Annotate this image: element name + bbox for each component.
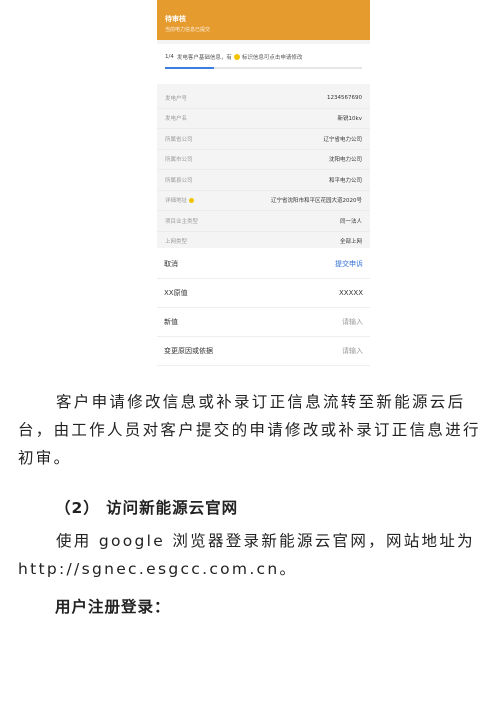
field-label: 所属省公司 [165, 135, 193, 143]
field-label-text: 上网类型 [165, 239, 188, 246]
step-text-2: 标识信息可点击申请修改 [241, 55, 303, 61]
cancel-button[interactable]: 取消 [164, 259, 178, 269]
new-value-row: 新值 请输入 [157, 308, 370, 337]
field-label: 上网类型 [165, 237, 187, 245]
field-row: 项目业主类型 同一法人 [157, 211, 370, 232]
reason-input[interactable]: 请输入 [342, 346, 363, 356]
field-label-text: 发电户号 [165, 95, 188, 102]
field-value: 辽宁省沈阳市和平区花园大道2020号 [271, 198, 362, 205]
mark-dot-icon [233, 54, 240, 60]
appeal-form: 取消 提交申诉 XX原值 XXXXX 新值 请输入 变更原因或依据 请输入 [157, 250, 370, 366]
subsection-heading: 用户注册登录： [55, 598, 171, 616]
field-value: 辽宁省电力公司 [323, 136, 362, 143]
field-value: 同一法人 [339, 218, 362, 225]
original-value: XXXXX [339, 289, 363, 297]
field-value: 和平电力公司 [328, 177, 362, 184]
field-row: 发电户号 1234567690 [157, 88, 370, 109]
new-value-input[interactable]: 请输入 [342, 317, 363, 327]
status-title: 待审核 [165, 15, 186, 23]
editable-mark-icon[interactable] [189, 197, 195, 203]
field-list: 发电户号 1234567690 发电户名 新锐10kv 所属省公司 辽宁省电力公司所属市公… [157, 88, 370, 248]
field-label-text: 发电户名 [165, 116, 188, 123]
field-value: 新锐10kv [337, 116, 362, 123]
field-row: 发电户名 新锐10kv [157, 109, 370, 129]
field-label: 所属市公司 [165, 155, 193, 163]
field-row: 所属省公司 辽宁省电力公司 [157, 129, 370, 150]
field-row: 所属市公司 沈阳电力公司 [157, 150, 370, 170]
reason-row: 变更原因或依据 请输入 [157, 337, 370, 366]
field-row: 上网类型 全部上网 [157, 232, 370, 249]
field-row: 所属县公司 和平电力公司 [157, 170, 370, 191]
field-label: 详细地址 [165, 196, 195, 205]
field-label-text: 所属省公司 [165, 136, 193, 143]
field-value: 沈阳电力公司 [328, 157, 362, 164]
paragraph-review: 客户申请修改信息或补录订正信息流转至新能源云后台，由工作人员对客户提交的申请修改… [18, 393, 481, 467]
status-header: 待审核 当前电力信息已提交 [157, 0, 370, 40]
field-label-text: 所属县公司 [165, 177, 193, 184]
field-label: 所属县公司 [165, 176, 193, 184]
form-actions: 取消 提交申诉 [157, 250, 370, 279]
step-text: 发电客户基础信息，有 [176, 55, 232, 61]
field-label: 发电户名 [165, 114, 187, 122]
step-counter: 1/4 [165, 54, 174, 60]
section-heading: （2） 访问新能源云官网 [55, 499, 239, 517]
field-label-text: 详细地址 [165, 198, 188, 205]
reason-label: 变更原因或依据 [164, 347, 213, 355]
field-label: 发电户号 [165, 94, 187, 102]
step-indicator: 1/4 发电客户基础信息，有 标识信息可点击申请修改 [157, 44, 370, 84]
original-value-label: XX原值 [164, 289, 188, 297]
field-row[interactable]: 详细地址 辽宁省沈阳市和平区花园大道2020号 [157, 191, 370, 211]
status-subtitle: 当前电力信息已提交 [165, 27, 211, 33]
field-value: 1234567690 [327, 94, 362, 101]
field-label: 项目业主类型 [165, 217, 198, 225]
field-value: 全部上网 [339, 239, 362, 246]
app-screenshot: 待审核 当前电力信息已提交 1/4 发电客户基础信息，有 标识信息可点击申请修改… [157, 0, 370, 248]
field-label-text: 项目业主类型 [165, 218, 199, 225]
submit-appeal-button[interactable]: 提交申诉 [335, 259, 363, 269]
original-value-row: XX原值 XXXXX [157, 279, 370, 308]
field-label-text: 所属市公司 [165, 157, 193, 164]
paragraph-website: 使用 google 浏览器登录新能源云官网，网站地址为http://sgnec.… [18, 532, 475, 578]
new-value-label: 新值 [164, 318, 178, 326]
progress-track [165, 67, 362, 69]
progress-fill [165, 67, 215, 69]
